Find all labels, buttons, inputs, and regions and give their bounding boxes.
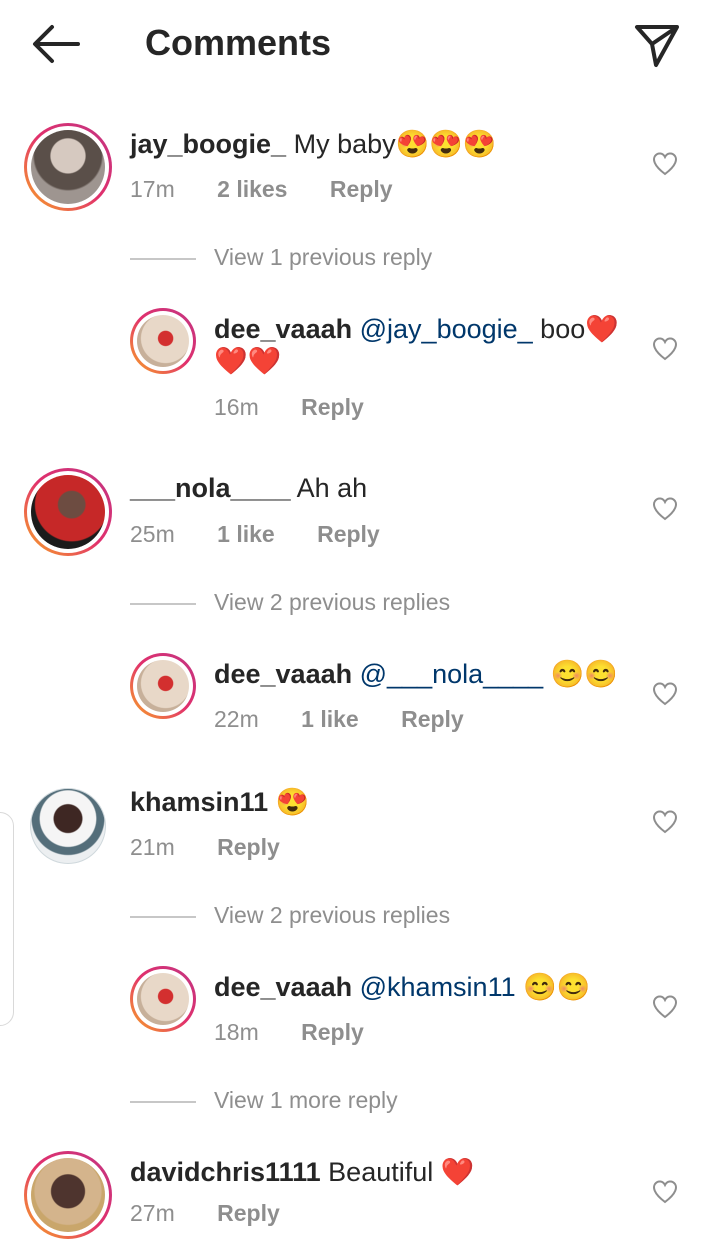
view-more-replies-link[interactable]: View 1 more reply [130,1087,398,1114]
comment-time: 16m [214,394,259,420]
comment-text: davidchris1111 Beautiful ❤️ [130,1156,474,1188]
avatar[interactable] [24,468,112,556]
comment-meta: 17m 2 likes Reply [130,176,393,203]
comment-body: My baby😍😍😍 [293,129,497,159]
reply-button[interactable]: Reply [317,521,380,547]
comment-username[interactable]: jay_boogie_ [130,129,286,159]
heart-outline-icon[interactable] [651,1178,679,1204]
comment-text: dee_vaaah @jay_boogie_ boo❤️ [214,313,619,345]
comment-meta: 16m Reply [214,394,364,421]
comment-time: 27m [130,1200,175,1226]
avatar[interactable] [24,1151,112,1239]
comment-meta: 18m Reply [214,1019,364,1046]
comment-time: 21m [130,834,175,860]
header-bar: Comments [0,0,720,90]
back-arrow-icon[interactable] [30,22,82,66]
heart-outline-icon[interactable] [651,335,679,361]
heart-outline-icon[interactable] [651,150,679,176]
paper-plane-icon[interactable] [632,20,682,70]
comment-text: dee_vaaah @khamsin11 😊😊 [214,971,590,1003]
comment-username[interactable]: khamsin11 [130,787,268,817]
comment-meta: 27m Reply [130,1200,280,1227]
side-panel-handle[interactable] [0,812,14,1026]
comment-time: 18m [214,1019,259,1045]
comment-username[interactable]: dee_vaaah [214,659,352,689]
view-more-label: View 1 more reply [214,1087,398,1113]
comment-text: jay_boogie_ My baby😍😍😍 [130,128,496,160]
comment-body: Beautiful ❤️ [328,1157,475,1187]
view-replies-link[interactable]: View 2 previous replies [130,902,450,929]
mention-link[interactable]: @___nola____ [360,659,544,689]
reply-button[interactable]: Reply [330,176,393,202]
view-replies-link[interactable]: View 1 previous reply [130,244,432,271]
likes-count[interactable]: 1 like [217,521,275,547]
view-replies-link[interactable]: View 2 previous replies [130,589,450,616]
comment-username[interactable]: ___nola____ [130,473,291,503]
view-replies-label: View 2 previous replies [214,589,451,615]
divider [130,1100,196,1103]
reply-button[interactable]: Reply [401,706,464,732]
reply-button[interactable]: Reply [301,394,364,420]
heart-outline-icon[interactable] [651,680,679,706]
comment-time: 17m [130,176,175,202]
heart-outline-icon[interactable] [651,993,679,1019]
comment-username[interactable]: dee_vaaah [214,972,352,1002]
comment-body-continued: ❤️❤️ [214,346,282,376]
divider [130,602,196,605]
comment-meta: 21m Reply [130,834,280,861]
divider [130,915,196,918]
likes-count[interactable]: 1 like [301,706,359,732]
comment-username[interactable]: dee_vaaah [214,314,352,344]
comment-body: 😍 [275,787,310,817]
comment-text: ___nola____ Ah ah [130,473,367,504]
comment-text: khamsin11 😍 [130,786,309,818]
avatar[interactable] [130,653,196,719]
reply-button[interactable]: Reply [217,1200,280,1226]
avatar[interactable] [24,123,112,211]
comment-username[interactable]: davidchris1111 [130,1157,321,1187]
mention-link[interactable]: @jay_boogie_ [360,314,533,344]
avatar[interactable] [130,308,196,374]
reply-button[interactable]: Reply [217,834,280,860]
comment-body: boo❤️ [532,314,619,344]
divider [130,257,196,260]
view-replies-label: View 1 previous reply [214,244,433,270]
avatar[interactable] [30,788,106,864]
comment-time: 22m [214,706,259,732]
view-replies-label: View 2 previous replies [214,902,451,928]
comment-body: Ah ah [296,473,368,503]
mention-link[interactable]: @khamsin11 [360,972,516,1002]
heart-outline-icon[interactable] [651,495,679,521]
heart-outline-icon[interactable] [651,808,679,834]
comment-text: dee_vaaah @___nola____ 😊😊 [214,658,618,690]
likes-count[interactable]: 2 likes [217,176,287,202]
avatar[interactable] [130,966,196,1032]
comment-meta: 22m 1 like Reply [214,706,464,733]
comment-body: 😊😊 [515,972,591,1002]
comment-time: 25m [130,521,175,547]
comment-body: 😊😊 [543,659,618,689]
page-title: Comments [145,22,332,63]
reply-button[interactable]: Reply [301,1019,364,1045]
comment-meta: 25m 1 like Reply [130,521,380,548]
